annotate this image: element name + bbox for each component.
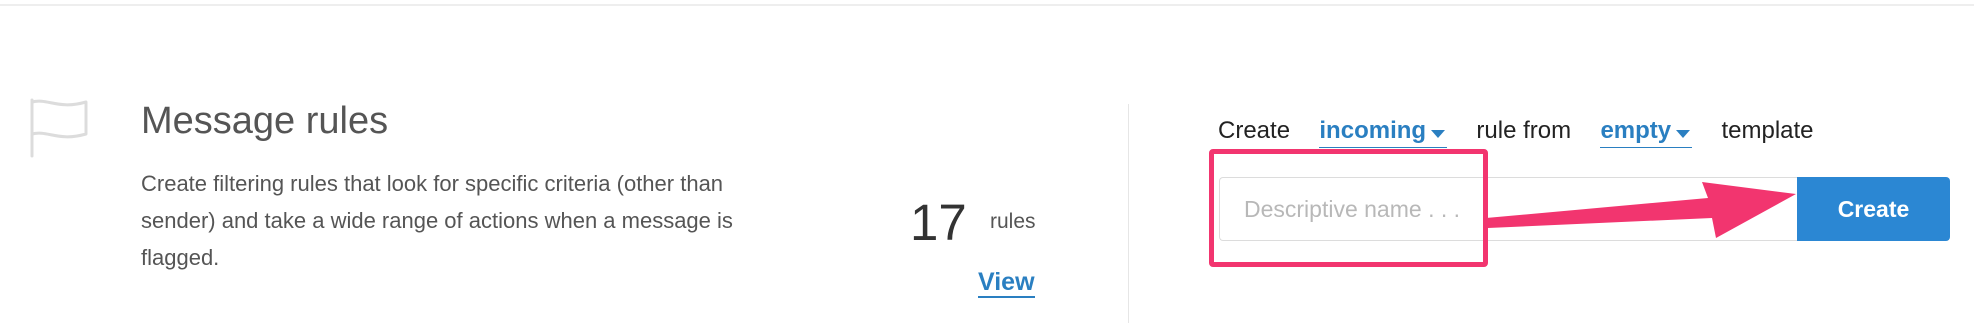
section-title: Message rules (141, 100, 389, 142)
view-rules-link[interactable]: View (978, 268, 1035, 298)
direction-dropdown-value: incoming (1319, 117, 1427, 144)
direction-dropdown[interactable]: incoming (1319, 117, 1448, 148)
section-description: Create filtering rules that look for spe… (141, 171, 733, 270)
template-dropdown-value: empty (1600, 117, 1672, 144)
caret-down-icon (1431, 130, 1446, 138)
rule-from-text: rule from (1476, 117, 1572, 144)
annotation-arrow-icon (1486, 182, 1796, 238)
create-button[interactable]: Create (1797, 177, 1950, 241)
rules-count-label: rules (990, 210, 1036, 233)
annotation-highlight-box (1209, 149, 1488, 267)
rules-count: 17 (910, 194, 967, 251)
caret-down-icon (1676, 130, 1691, 138)
column-divider (1128, 104, 1129, 323)
create-prefix-text: Create (1218, 117, 1291, 144)
top-divider (0, 4, 1974, 6)
flag-icon (30, 98, 88, 158)
template-dropdown[interactable]: empty (1600, 117, 1693, 148)
template-suffix-text: template (1721, 117, 1814, 144)
create-rule-sentence: Create incoming rule from empty template (1218, 117, 1814, 148)
